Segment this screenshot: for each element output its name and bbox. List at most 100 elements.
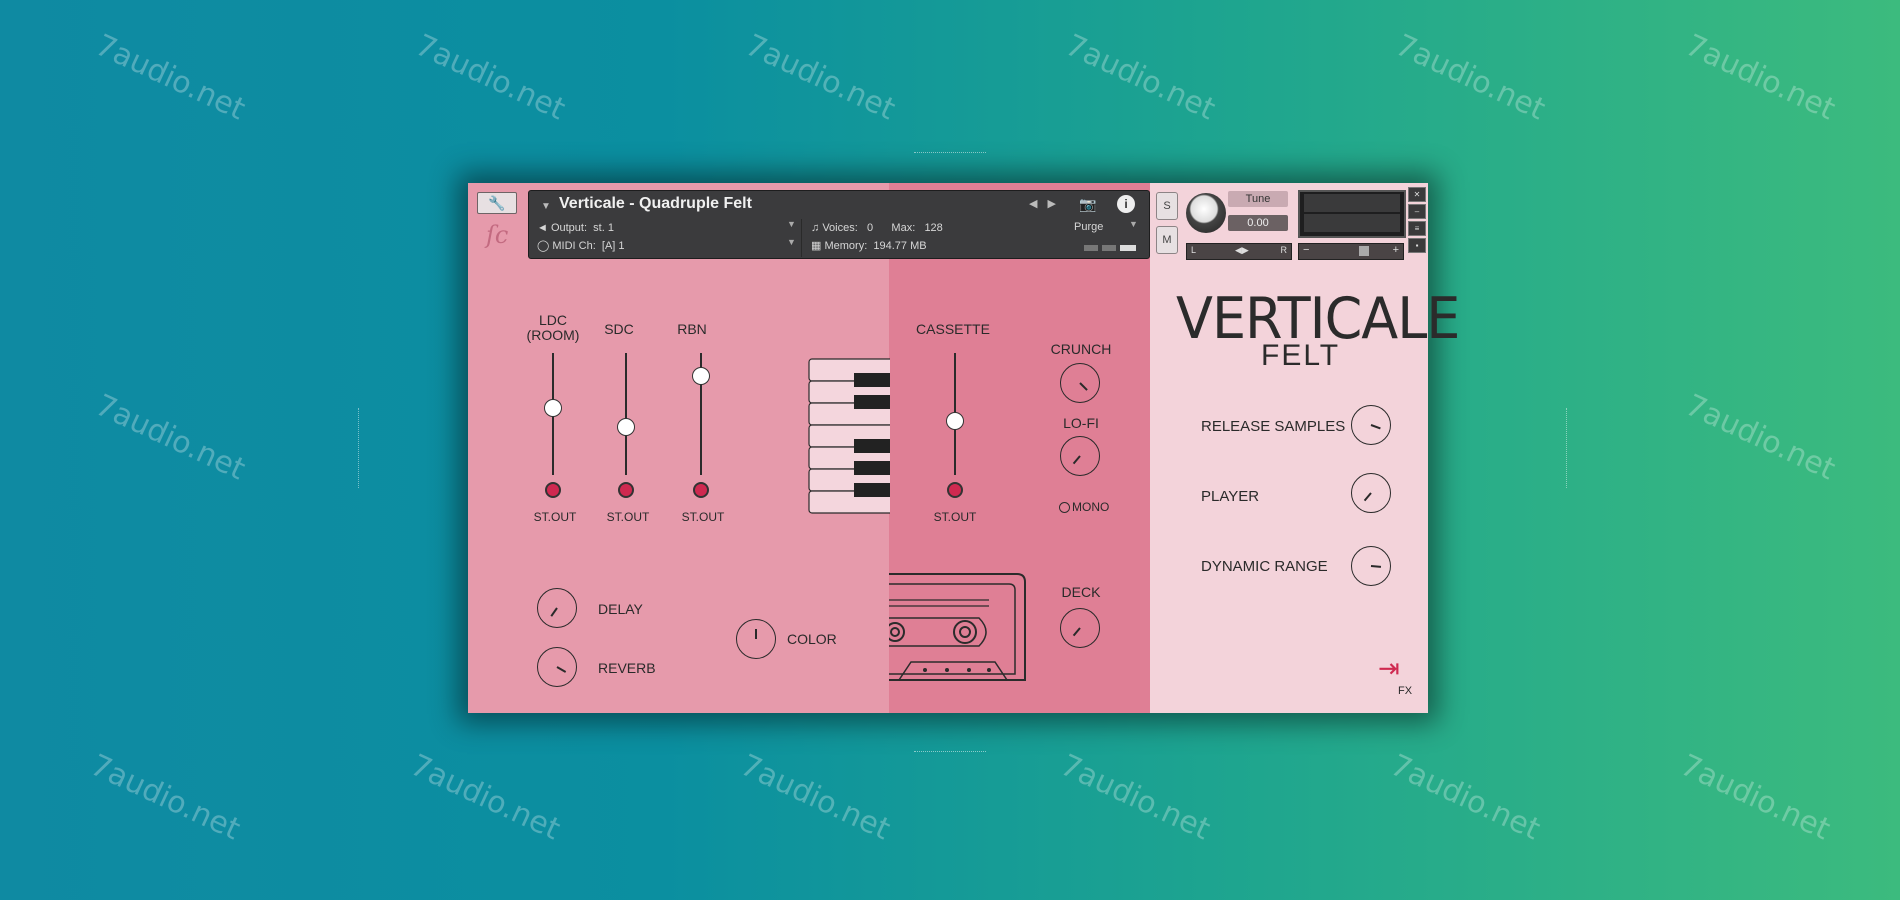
player-label: PLAYER [1201,488,1260,505]
pv-icon[interactable]: ▪ [1408,238,1426,253]
st-out-toggle-cassette[interactable] [947,482,963,498]
output-value: st. 1 [593,222,614,234]
vol-minus: − [1303,244,1310,256]
pan-right-label: R [1280,245,1288,255]
collapse-icon[interactable]: ▼ [541,201,551,212]
cpu-meter [1084,245,1098,251]
volume-handle[interactable] [1359,246,1369,256]
fader-label-rbn: RBN [677,321,707,337]
crunch-label: CRUNCH [1050,341,1112,357]
midi-row[interactable]: ◯ MIDI Ch: [A] 1 [537,237,625,255]
instrument-header: ▼ Verticale - Quadruple Felt ◀▶ 📷 i ◄ Ou… [528,190,1150,259]
voices-label: Voices: [822,222,858,234]
watermark: 7audio.net [90,27,251,128]
fader-thumb-sdc[interactable] [617,418,635,437]
watermark: 7audio.net [740,27,901,128]
divider [1566,408,1567,488]
output-row[interactable]: ◄ Output: st. 1 [537,219,614,237]
close-icon[interactable]: ✕ [1408,187,1426,202]
tune-label: Tune [1228,191,1288,207]
st-out-label: ST.OUT [606,510,650,524]
fx-enter-icon[interactable]: ⇥ [1378,653,1400,684]
fx-label[interactable]: FX [1398,685,1412,697]
mono-toggle[interactable] [1059,502,1070,513]
memory-value: 194.77 MB [873,240,927,252]
color-knob[interactable] [736,619,776,659]
volume-slider[interactable]: − + [1298,243,1404,260]
st-out-label: ST.OUT [933,510,977,524]
midi-value: [A] 1 [601,240,625,252]
delay-knob[interactable] [537,588,577,628]
solo-button[interactable]: S [1156,192,1178,220]
divider [358,408,359,488]
color-label: COLOR [787,631,837,647]
fader-track-sdc [625,353,627,475]
divider [801,219,802,257]
output-icon: ◄ [537,222,548,234]
crunch-knob[interactable] [1060,363,1100,403]
purge-dropdown-icon[interactable]: ▼ [1129,219,1138,229]
watermark: 7audio.net [1060,27,1221,128]
reverb-label: REVERB [598,660,656,676]
tune-value[interactable]: 0.00 [1228,215,1288,231]
st-out-toggle-sdc[interactable] [618,482,634,498]
memory-meter [1120,245,1136,251]
watermark: 7audio.net [1680,27,1841,128]
lofi-label: LO-FI [1063,415,1099,431]
midi-icon: ◯ [537,240,550,252]
fader-label-sdc: SDC [604,321,634,337]
st-out-toggle-rbn[interactable] [693,482,709,498]
purge-button[interactable]: Purge [1074,218,1103,236]
instrument-title: Verticale - Quadruple Felt [559,195,752,212]
info-icon[interactable]: i [1117,195,1135,213]
output-label: Output: [550,222,588,234]
st-out-label: ST.OUT [533,510,577,524]
output-dropdown-icon[interactable]: ▼ [787,219,796,229]
watermark: 7audio.net [410,27,571,128]
vol-plus: + [1392,244,1399,256]
level-meter [1298,190,1406,238]
memory-icon: ▦ [811,240,822,252]
minimize-icon[interactable]: – [1408,204,1426,219]
dynamic-range-knob[interactable] [1351,546,1391,586]
release-samples-knob[interactable] [1351,405,1391,445]
logo: ſc [486,221,509,249]
pan-slider[interactable]: L ◀▶ R [1186,243,1292,260]
memory-label: Memory: [824,240,868,252]
midi-label: MIDI Ch: [552,240,596,252]
voices-icon: ♫ [811,222,820,234]
brand-panel [1150,183,1428,713]
cassette-illustration [889,573,1026,681]
pan-left-label: L [1191,245,1197,255]
fader-label-cassette: CASSETTE [916,321,990,337]
st-out-toggle-ldc[interactable] [545,482,561,498]
fader-thumb-ldc[interactable] [544,398,562,417]
watermark: 7audio.net [405,747,566,848]
dynamic-range-label: DYNAMIC RANGE [1201,558,1328,575]
fader-thumb-cassette[interactable] [946,412,964,431]
pan-center-icon: ◀▶ [1235,245,1249,255]
reverb-knob[interactable] [537,647,577,687]
watermark: 7audio.net [1680,387,1841,488]
watermark: 7audio.net [735,747,896,848]
aux-icon[interactable]: ≡ [1408,221,1426,236]
delay-label: DELAY [598,601,643,617]
watermark: 7audio.net [1675,747,1836,848]
release-samples-label: RELEASE SAMPLES [1201,418,1346,435]
fader-thumb-rbn[interactable] [692,366,710,385]
max-value: 128 [924,222,943,234]
divider [914,152,986,153]
lofi-knob[interactable] [1060,436,1100,476]
watermark: 7audio.net [85,747,246,848]
wrench-icon[interactable]: 🔧 [477,192,517,214]
max-label: Max: [891,222,916,234]
midi-dropdown-icon[interactable]: ▼ [787,237,796,247]
preset-nav-arrows[interactable]: ◀▶ [1029,197,1066,210]
deck-knob[interactable] [1060,608,1100,648]
disk-meter [1102,245,1116,251]
player-knob[interactable] [1351,473,1391,513]
tune-knob[interactable] [1186,193,1226,233]
mute-button[interactable]: M [1156,226,1178,254]
piano-keys-illustration [808,358,890,514]
camera-icon[interactable]: 📷 [1079,196,1101,212]
